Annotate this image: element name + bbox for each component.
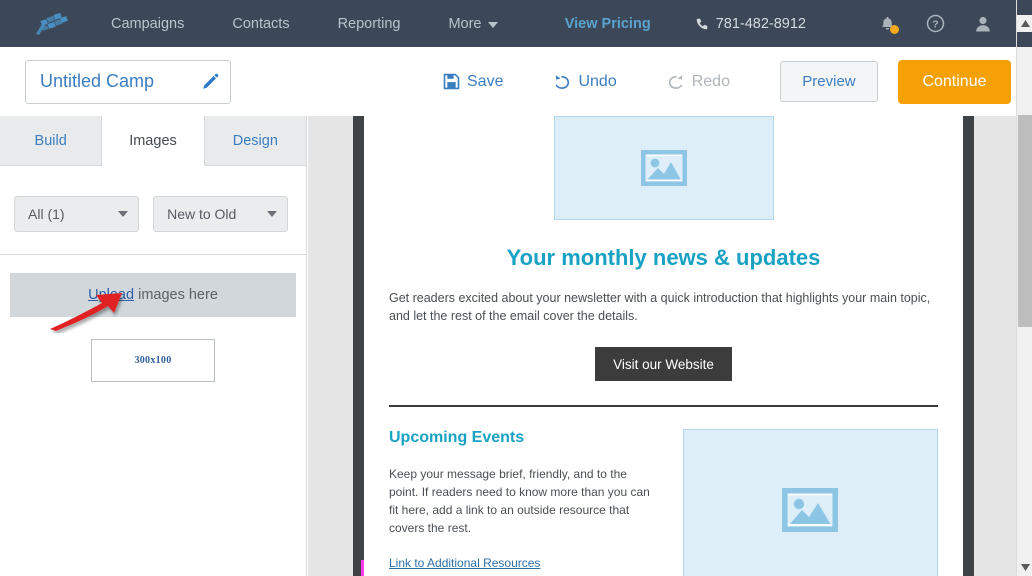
image-placeholder-icon	[782, 487, 839, 532]
email-two-column-section: Upcoming Events Keep your message brief,…	[364, 429, 963, 576]
tab-design[interactable]: Design	[204, 116, 306, 166]
top-navigation-bar: Campaigns Contacts Reporting More View P…	[0, 0, 1016, 47]
image-filter-value: All (1)	[28, 206, 65, 222]
campaign-name-value: Untitled Camp	[40, 71, 155, 91]
tab-images[interactable]: Images	[102, 116, 205, 166]
hero-image-block[interactable]	[553, 116, 774, 220]
upload-hint-label: images here	[138, 287, 218, 303]
page-scrollbar[interactable]	[1016, 0, 1032, 576]
save-button[interactable]: Save	[443, 73, 503, 91]
canvas-right-resize-handle[interactable]	[963, 116, 974, 576]
events-image-block[interactable]	[682, 429, 938, 576]
nav-item-contacts[interactable]: Contacts	[232, 16, 289, 32]
racing-flag-logo[interactable]	[27, 9, 73, 39]
svg-text:?: ?	[932, 20, 938, 31]
scroll-up-arrow-icon[interactable]	[1017, 15, 1032, 32]
redo-button[interactable]: Redo	[667, 73, 730, 91]
editor-toolbar: Untitled Camp Save Undo Redo Preview Con…	[0, 47, 1016, 116]
email-intro-paragraph: Get readers excited about your newslette…	[389, 291, 931, 324]
panel-tabs: Build Images Design	[0, 116, 306, 166]
undo-button[interactable]: Undo	[553, 72, 617, 91]
support-phone-number: 781-482-8912	[715, 15, 806, 32]
image-filter-row: All (1) New to Old	[0, 166, 306, 232]
preview-button[interactable]: Preview	[779, 61, 878, 102]
tab-build[interactable]: Build	[0, 116, 103, 166]
undo-label: Undo	[578, 72, 617, 90]
continue-button[interactable]: Continue	[897, 59, 1011, 104]
email-text-column: Upcoming Events Keep your message brief,…	[389, 429, 650, 576]
scroll-down-arrow-icon[interactable]	[1017, 559, 1032, 576]
left-side-panel: Build Images Design All (1) New to Old U…	[0, 116, 307, 576]
phone-icon	[696, 18, 707, 29]
chevron-down-icon	[487, 21, 498, 28]
nav-item-more[interactable]: More	[448, 15, 498, 32]
support-phone: 781-482-8912	[695, 16, 806, 32]
redo-label: Redo	[691, 72, 730, 90]
image-thumbnail[interactable]: 300x100	[91, 339, 215, 382]
upload-link[interactable]: Upload	[88, 287, 134, 303]
email-main-heading: Your monthly news & updates	[506, 245, 821, 270]
floppy-disk-icon	[443, 73, 460, 90]
upcoming-events-heading: Upcoming Events	[389, 429, 525, 447]
image-thumbnail-label: 300x100	[134, 355, 172, 366]
scrollbar-thumb[interactable]	[1018, 115, 1032, 327]
email-campaign-editor: Campaigns Contacts Reporting More View P…	[0, 0, 1032, 576]
redo-arrow-icon	[668, 74, 683, 89]
image-filter-select[interactable]: All (1)	[14, 196, 140, 232]
image-sort-value: New to Old	[167, 206, 237, 222]
image-sort-select[interactable]: New to Old	[153, 196, 288, 232]
upcoming-events-body: Keep your message brief, friendly, and t…	[389, 467, 650, 536]
image-placeholder-icon	[640, 150, 687, 186]
toolbar-actions: Save Undo Redo Preview Continue	[443, 59, 1011, 104]
email-canvas-area: Your monthly news & updates Get readers …	[308, 116, 1016, 576]
additional-resources-link[interactable]: Link to Additional Resources	[389, 556, 540, 570]
view-pricing-link[interactable]: View Pricing	[565, 16, 651, 32]
nav-more-label: More	[448, 15, 482, 32]
canvas-left-resize-handle[interactable]	[353, 116, 364, 576]
user-account-icon[interactable]	[970, 11, 996, 37]
chevron-down-icon	[118, 211, 129, 217]
visit-website-button[interactable]: Visit our Website	[595, 347, 732, 382]
primary-nav-links: Campaigns Contacts Reporting More	[111, 16, 498, 32]
nav-item-reporting[interactable]: Reporting	[338, 16, 401, 32]
top-nav-right-group: View Pricing 781-482-8912 ?	[565, 11, 1016, 37]
notification-badge-dot	[890, 24, 899, 34]
upload-dropzone[interactable]: Upload images here	[10, 273, 296, 331]
chevron-down-icon	[267, 211, 277, 217]
notifications-bell-icon[interactable]	[874, 11, 900, 37]
campaign-name-field[interactable]: Untitled Camp	[25, 59, 231, 104]
email-section-divider	[389, 405, 938, 408]
email-template-body: Your monthly news & updates Get readers …	[364, 116, 963, 576]
panel-divider	[0, 254, 306, 255]
save-label: Save	[467, 72, 504, 90]
pencil-edit-icon[interactable]	[200, 72, 220, 92]
help-question-icon[interactable]: ?	[922, 11, 948, 37]
undo-arrow-icon	[556, 74, 570, 89]
nav-item-campaigns[interactable]: Campaigns	[111, 16, 184, 32]
